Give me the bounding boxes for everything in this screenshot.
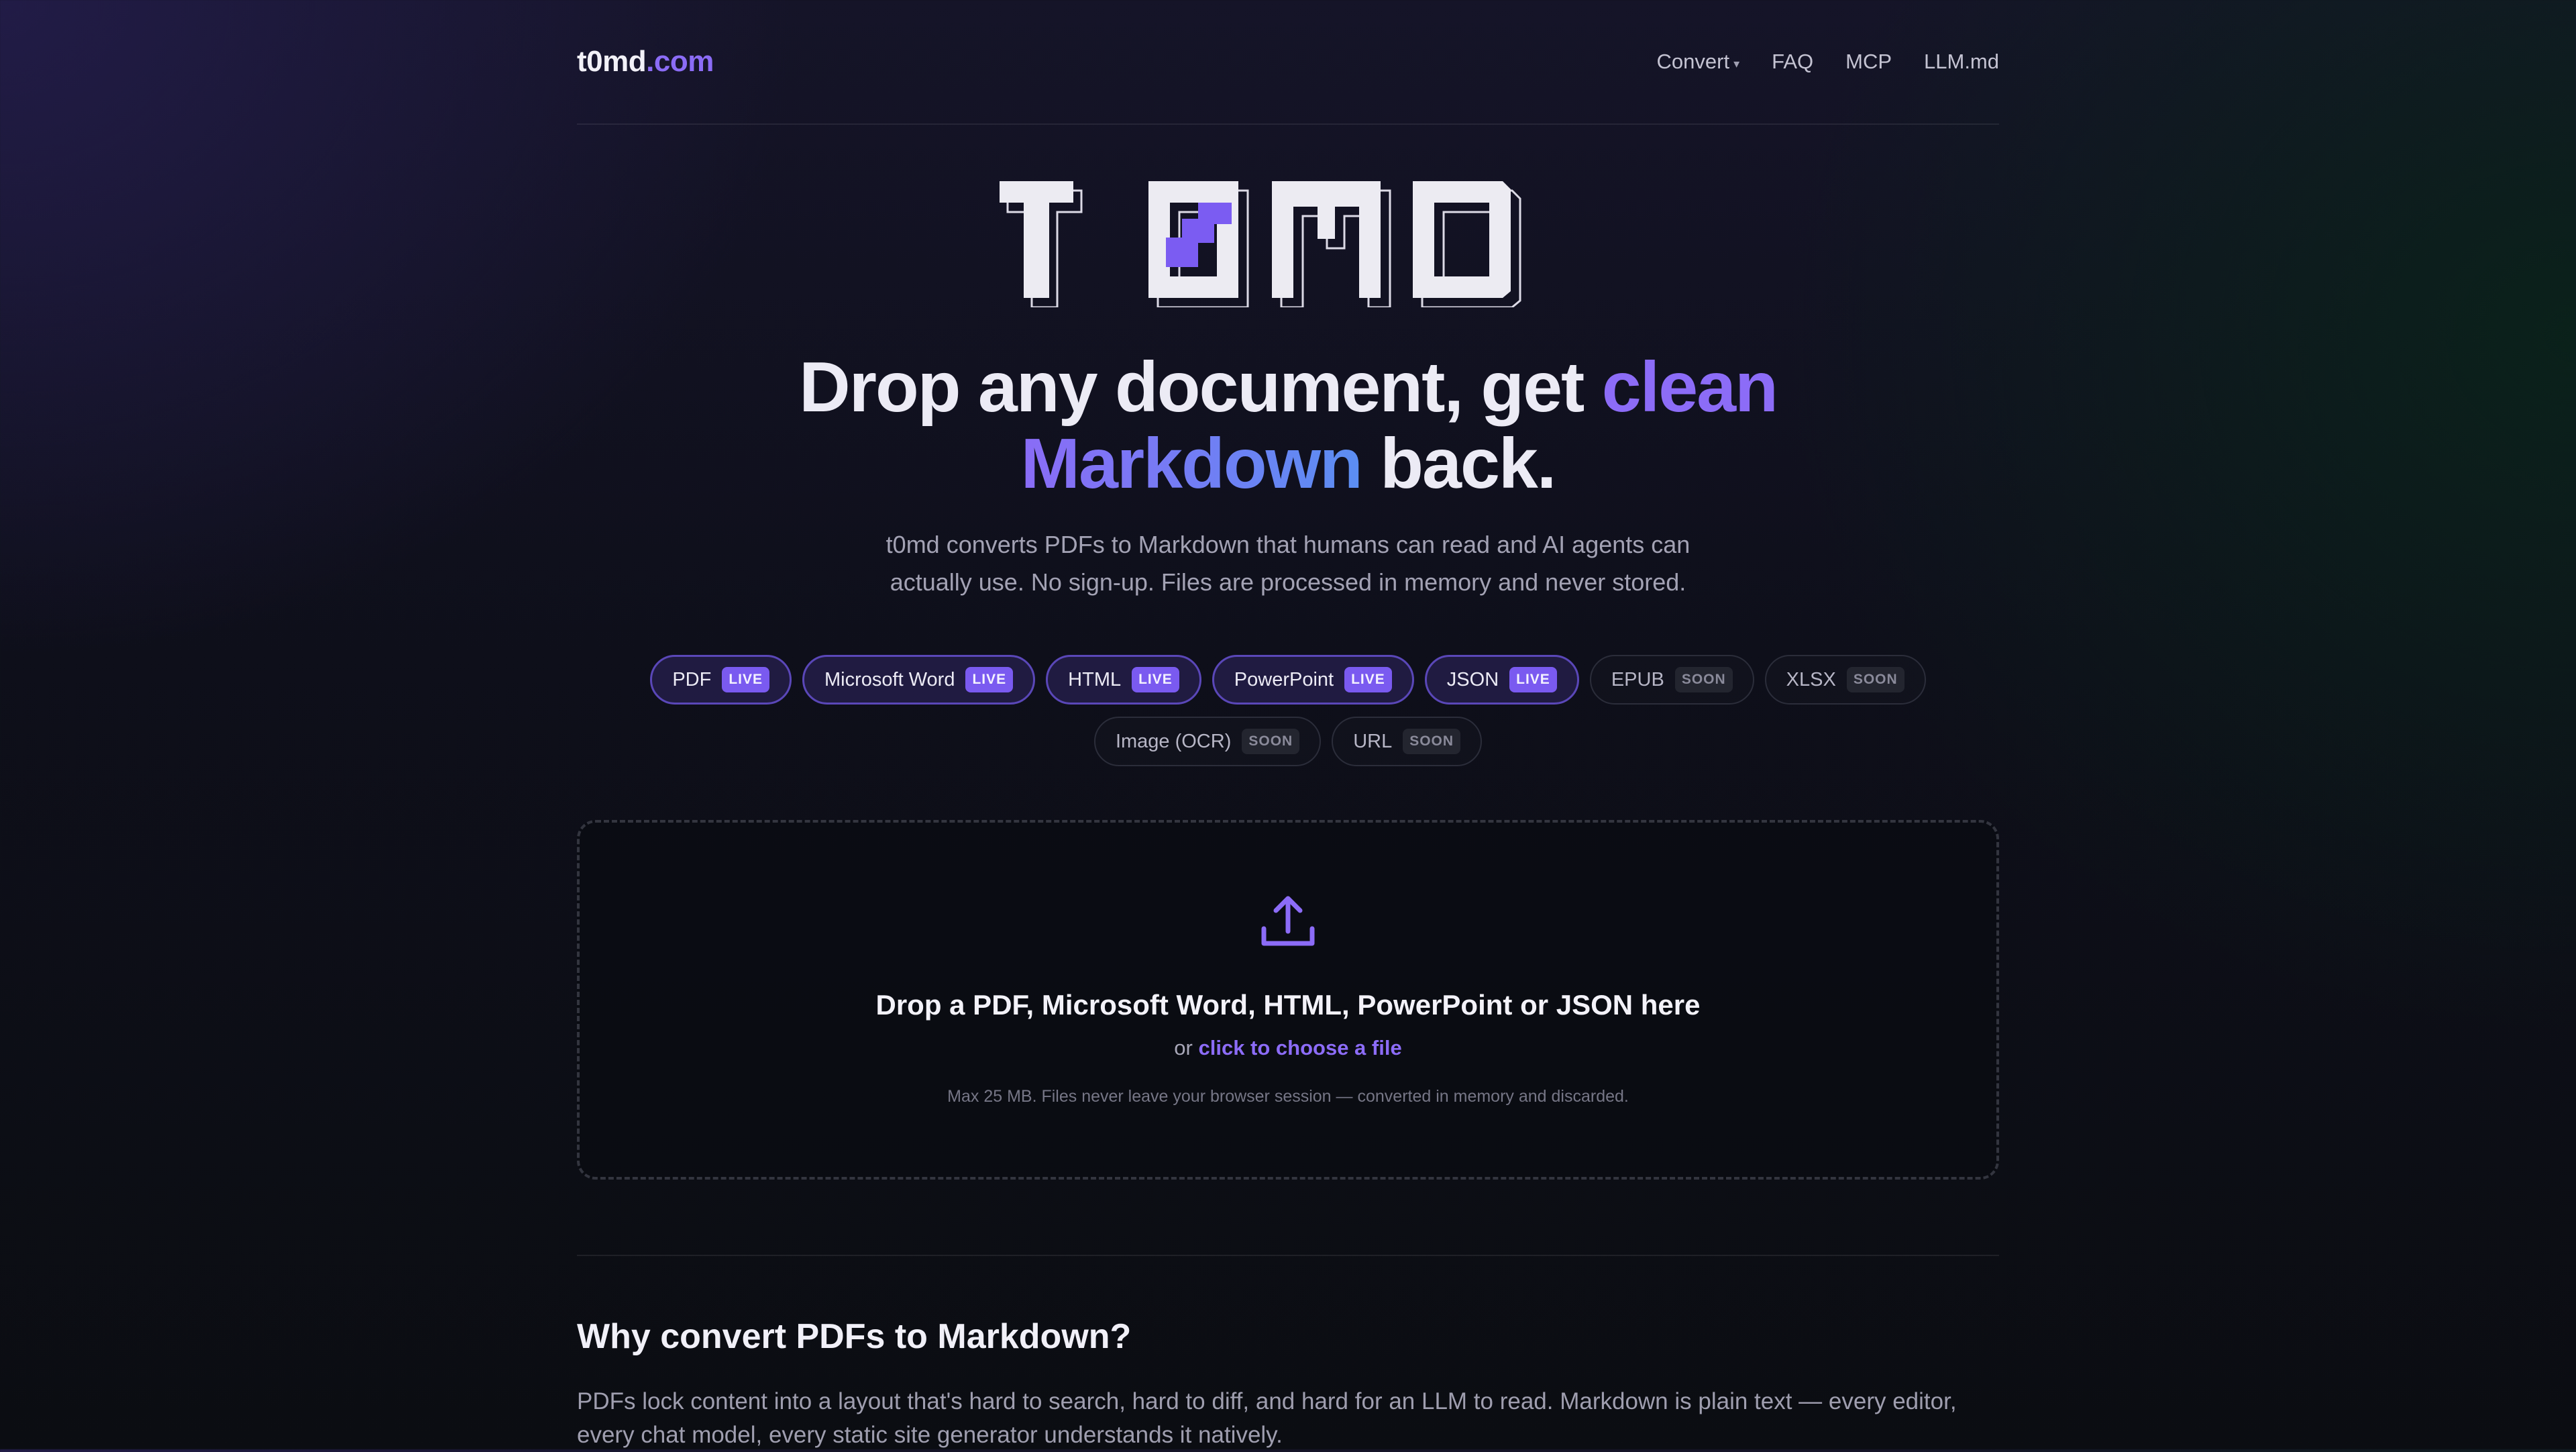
format-chip-label: HTML	[1068, 668, 1122, 690]
format-chip-epub: EPUB SOON	[1589, 655, 1754, 705]
logo-tld: .com	[646, 45, 714, 78]
site-logo[interactable]: t0md.com	[577, 45, 714, 79]
dropzone-note: Max 25 MB. Files never leave your browse…	[947, 1087, 1629, 1106]
dropzone-title: Drop a PDF, Microsoft Word, HTML, PowerP…	[875, 989, 1701, 1021]
soon-badge: SOON	[1846, 667, 1904, 692]
why-section-body: PDFs lock content into a layout that's h…	[577, 1388, 1957, 1448]
nav-mcp[interactable]: MCP	[1845, 50, 1892, 74]
hero-title-part1: Drop any document, get	[799, 348, 1602, 427]
format-chip-url: URL SOON	[1332, 717, 1483, 766]
hero-title-highlight-clean: clean	[1601, 348, 1778, 427]
hero-subtitle: t0md converts PDFs to Markdown that huma…	[885, 531, 1690, 596]
format-chip-powerpoint[interactable]: PowerPoint LIVE	[1212, 655, 1414, 705]
hero-title-part2: back.	[1361, 424, 1556, 503]
format-chip-pdf[interactable]: PDF LIVE	[650, 655, 792, 705]
logo-name: t0md	[577, 45, 647, 78]
t0md-pixel-logo	[1000, 181, 1521, 307]
section-divider	[577, 1255, 1999, 1256]
hero-title: Drop any document, get clean Markdown bac…	[577, 349, 1999, 502]
live-badge: LIVE	[1509, 667, 1557, 692]
format-chip-label: PowerPoint	[1234, 668, 1334, 690]
site-header: t0md.com Convert ▾ FAQ MCP LLM.md	[577, 0, 1999, 125]
format-chips: PDF LIVE Microsoft Word LIVE HTML LIVE Powe…	[617, 655, 1959, 766]
soon-badge: SOON	[1242, 729, 1300, 754]
soon-badge: SOON	[1674, 667, 1733, 692]
choose-file-link[interactable]: click to choose a file	[1198, 1036, 1401, 1059]
format-chip-label: PDF	[672, 668, 712, 690]
chevron-down-icon: ▾	[1733, 56, 1740, 70]
why-section-title: Why convert PDFs to Markdown?	[577, 1317, 1132, 1356]
format-chip-xlsx: XLSX SOON	[1764, 655, 1926, 705]
nav-llm-md[interactable]: LLM.md	[1924, 50, 1999, 74]
live-badge: LIVE	[965, 667, 1014, 692]
nav-convert[interactable]: Convert ▾	[1657, 50, 1740, 74]
upload-icon	[1261, 896, 1315, 946]
format-chip-label: URL	[1353, 730, 1393, 752]
format-chip-image-ocr: Image (OCR) SOON	[1093, 717, 1322, 766]
soon-badge: SOON	[1403, 729, 1461, 754]
format-chip-word[interactable]: Microsoft Word LIVE	[802, 655, 1036, 705]
nav-faq[interactable]: FAQ	[1772, 50, 1813, 74]
format-chip-label: XLSX	[1786, 668, 1836, 690]
hero-title-highlight-markdown: Markdown	[1020, 424, 1363, 503]
format-chip-label: Image (OCR)	[1115, 730, 1232, 752]
format-chip-label: Microsoft Word	[824, 668, 955, 690]
nav-convert-label: Convert	[1656, 50, 1730, 73]
dropzone-or-text: or	[1174, 1036, 1193, 1059]
main-nav: Convert ▾ FAQ MCP LLM.md	[1657, 50, 1999, 74]
format-chip-json[interactable]: JSON LIVE	[1424, 655, 1579, 705]
format-chip-label: JSON	[1446, 668, 1499, 690]
live-badge: LIVE	[722, 667, 770, 692]
file-dropzone[interactable]: Drop a PDF, Microsoft Word, HTML, PowerP…	[577, 820, 1999, 1180]
dropzone-choose-line: or click to choose a file	[580, 1036, 1996, 1060]
live-badge: LIVE	[1344, 667, 1392, 692]
live-badge: LIVE	[1132, 667, 1179, 692]
page-container: t0md.com Convert ▾ FAQ MCP LLM.md Drop an…	[577, 0, 1999, 1452]
format-chip-html[interactable]: HTML LIVE	[1046, 655, 1201, 705]
format-chip-label: EPUB	[1611, 668, 1664, 690]
